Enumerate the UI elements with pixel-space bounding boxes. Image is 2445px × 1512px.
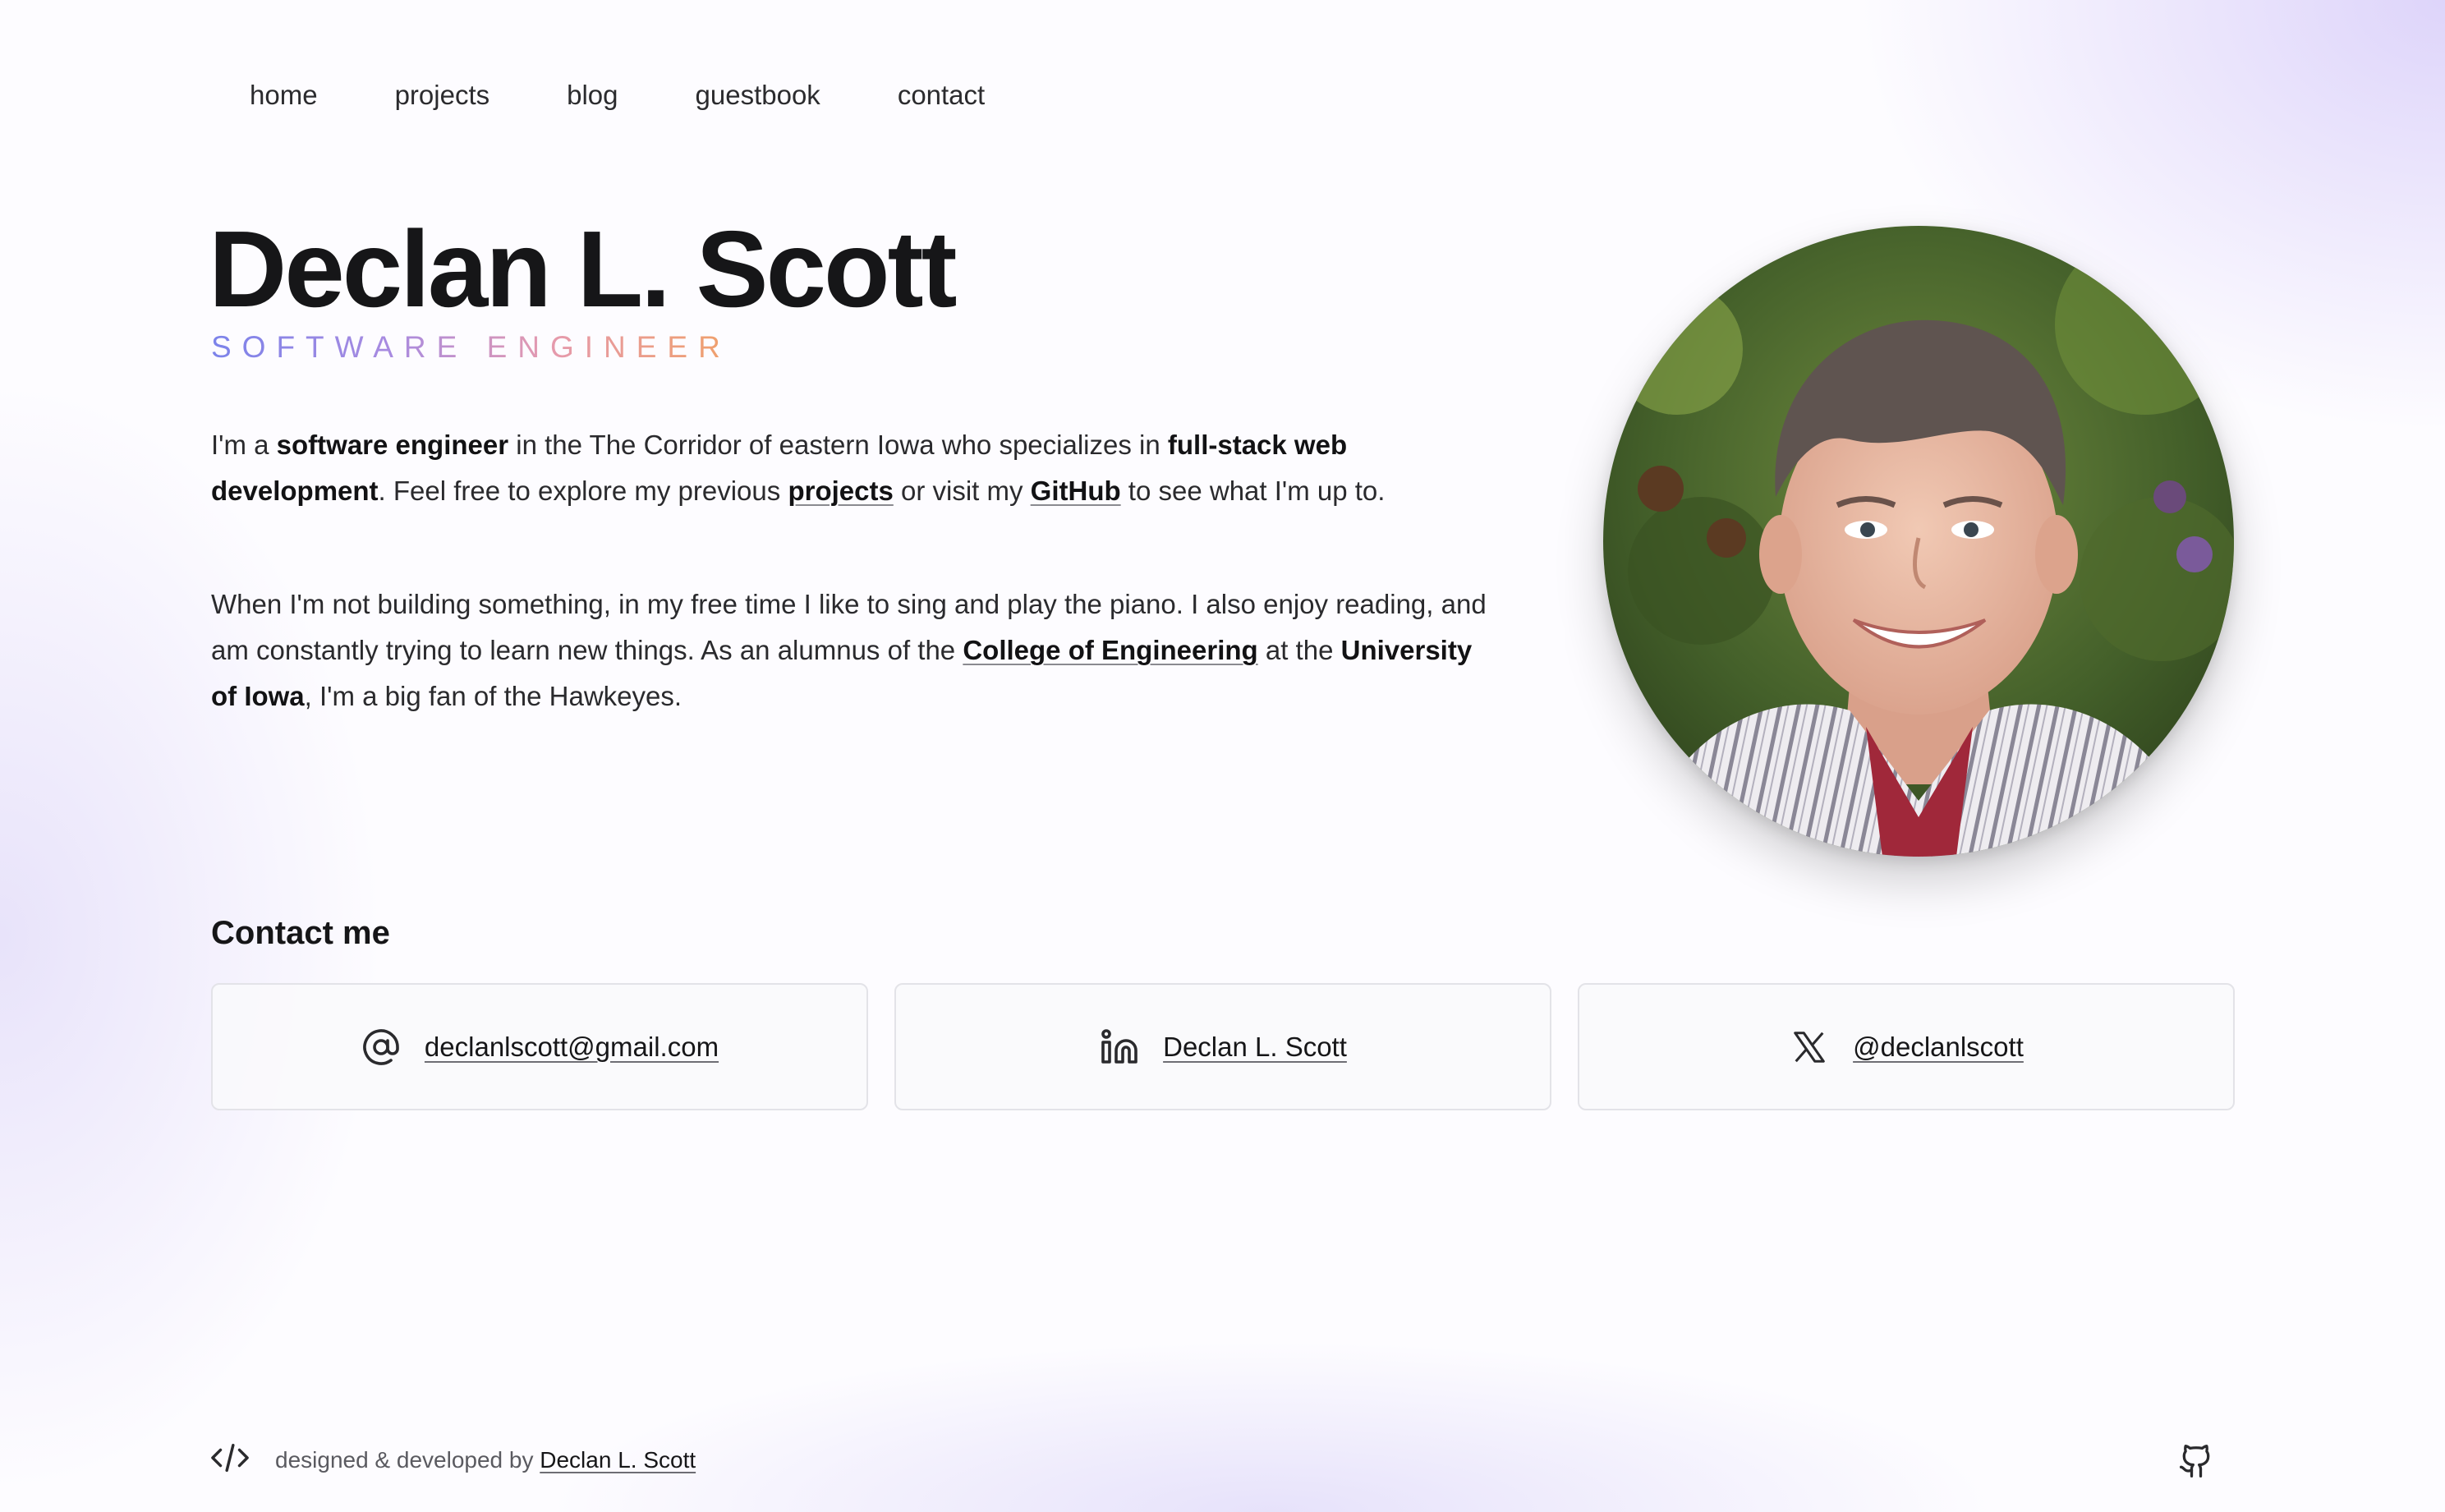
nav-contact[interactable]: contact bbox=[859, 71, 1023, 120]
email-link[interactable]: declanlscott@gmail.com bbox=[425, 1032, 719, 1063]
nav-home[interactable]: home bbox=[211, 71, 356, 120]
nav-projects[interactable]: projects bbox=[356, 71, 529, 120]
x-card[interactable]: @declanlscott bbox=[1578, 983, 2235, 1110]
bio-text: in the The Corridor of eastern Iowa who … bbox=[508, 430, 1168, 460]
github-link[interactable]: GitHub bbox=[1031, 476, 1121, 506]
top-nav: home projects blog guestbook contact bbox=[211, 71, 1023, 120]
bio-text: at the bbox=[1257, 635, 1341, 665]
footer: designed & developed by Declan L. Scott bbox=[211, 1441, 696, 1478]
bio-paragraph-hobbies: When I'm not building something, in my f… bbox=[211, 581, 1492, 719]
x-link[interactable]: @declanlscott bbox=[1853, 1032, 2024, 1063]
bio-paragraph-intro: I'm a software engineer in the The Corri… bbox=[211, 422, 1492, 514]
footer-credit: designed & developed by Declan L. Scott bbox=[275, 1447, 696, 1473]
code-icon bbox=[211, 1441, 249, 1478]
contact-cards: declanlscott@gmail.com Declan L. Scott @… bbox=[211, 983, 2235, 1110]
page-title: Declan L. Scott bbox=[209, 209, 958, 329]
linkedin-icon bbox=[1099, 1027, 1140, 1068]
linkedin-card[interactable]: Declan L. Scott bbox=[894, 983, 1551, 1110]
bio-text: . Feel free to explore my previous bbox=[378, 476, 788, 506]
bio-text: I'm a bbox=[211, 430, 277, 460]
email-card[interactable]: declanlscott@gmail.com bbox=[211, 983, 868, 1110]
github-icon[interactable] bbox=[2178, 1443, 2214, 1479]
linkedin-link[interactable]: Declan L. Scott bbox=[1163, 1032, 1347, 1063]
bio-text: or visit my bbox=[893, 476, 1031, 506]
bio-text: to see what I'm up to. bbox=[1120, 476, 1386, 506]
footer-author-link[interactable]: Declan L. Scott bbox=[540, 1447, 696, 1473]
nav-guestbook[interactable]: guestbook bbox=[657, 71, 859, 120]
at-sign-icon bbox=[361, 1027, 402, 1068]
college-of-engineering-link[interactable]: College of Engineering bbox=[963, 635, 1257, 665]
profile-photo bbox=[1603, 226, 2234, 857]
contact-heading: Contact me bbox=[211, 915, 390, 951]
nav-blog[interactable]: blog bbox=[528, 71, 656, 120]
portrait-illustration bbox=[1603, 226, 2234, 857]
projects-link[interactable]: projects bbox=[788, 476, 893, 506]
job-title: SOFTWARE ENGINEER bbox=[211, 330, 731, 364]
bio-bold: software engineer bbox=[276, 430, 509, 460]
footer-credit-text: designed & developed by bbox=[275, 1446, 540, 1473]
bio-text: , I'm a big fan of the Hawkeyes. bbox=[304, 681, 682, 711]
x-logo-icon bbox=[1789, 1027, 1830, 1068]
